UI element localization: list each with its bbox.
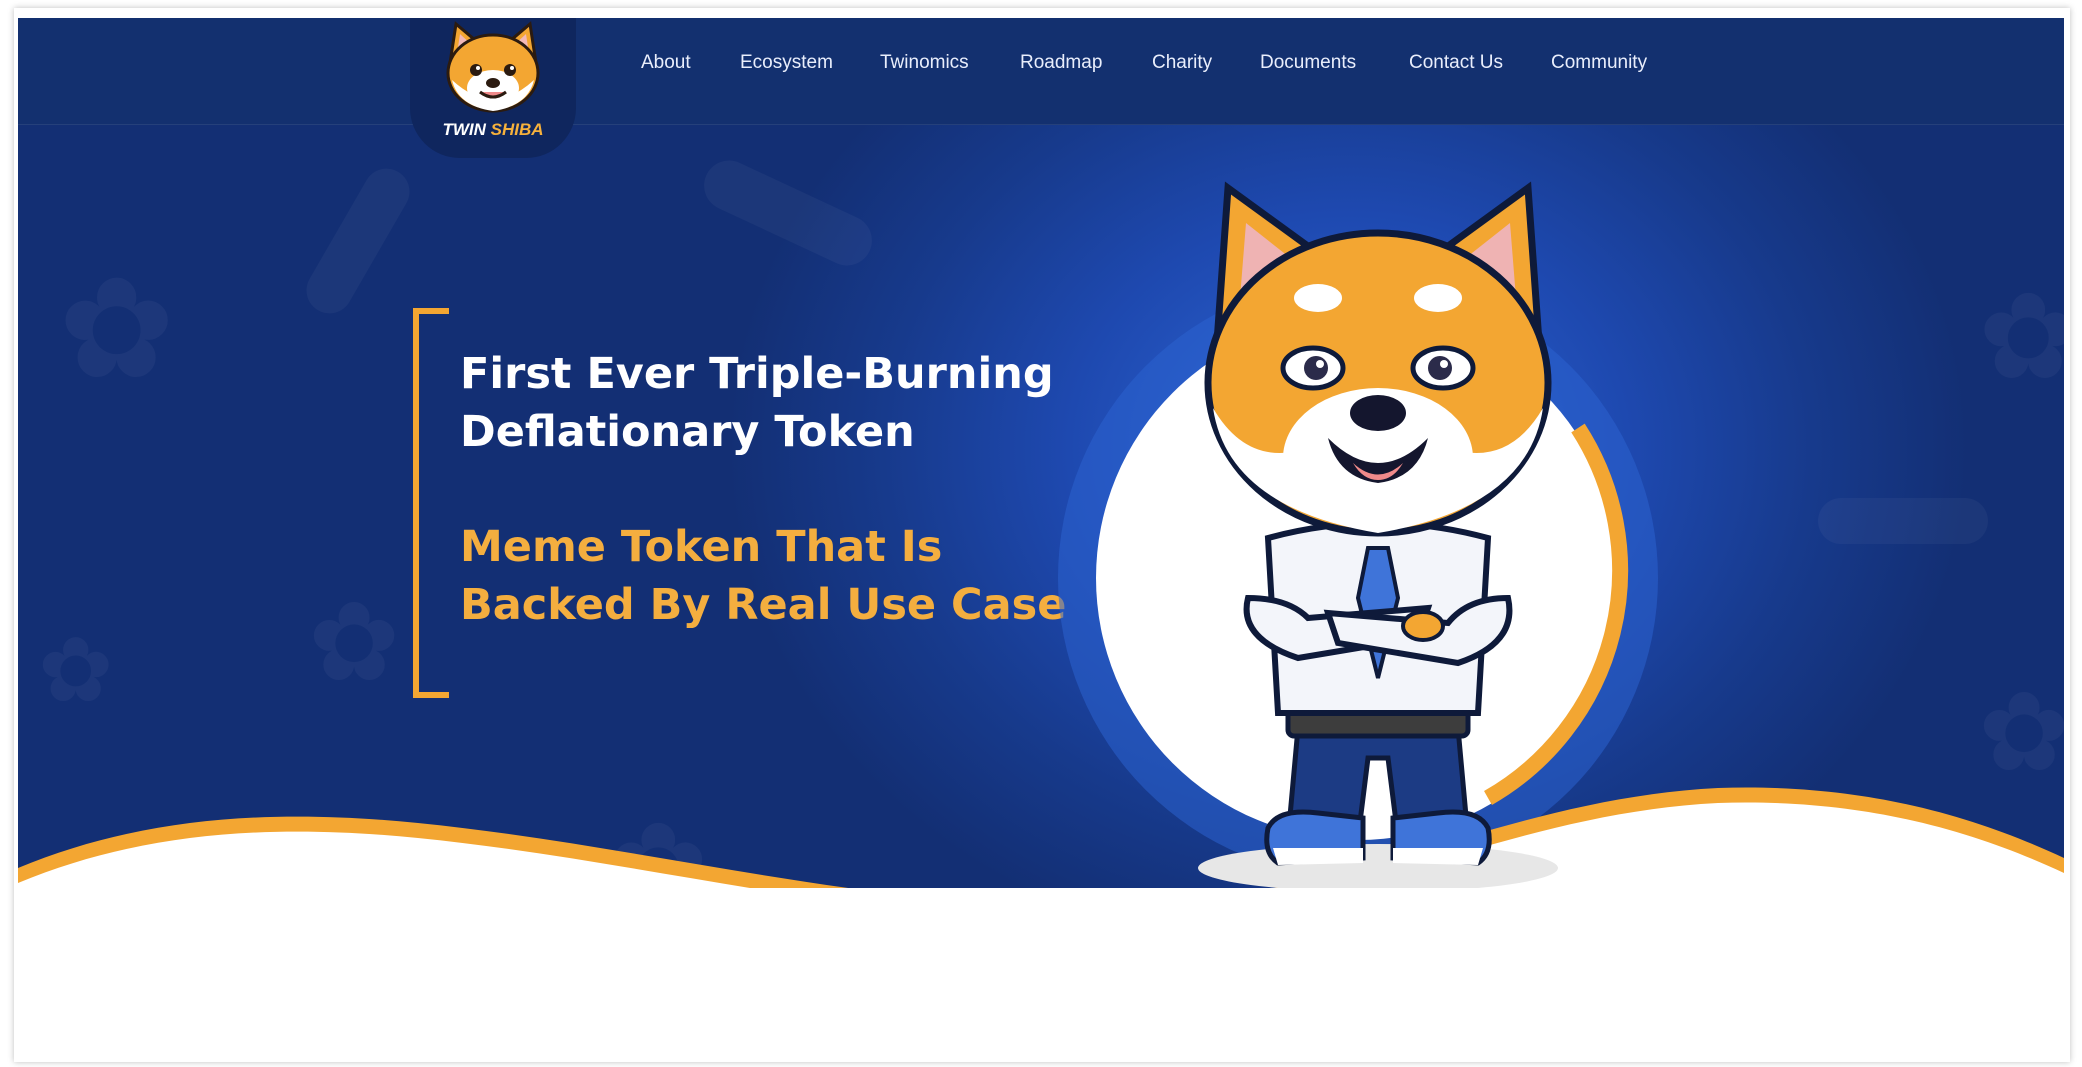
hero-bottom-wave [18,787,2064,888]
hero-section: ✿ ✿ ✿ ✿ ✿ ✿ About Ecosystem Twinomics Ro… [18,18,2064,888]
shiba-mascot-arms-crossed [1198,181,1558,888]
